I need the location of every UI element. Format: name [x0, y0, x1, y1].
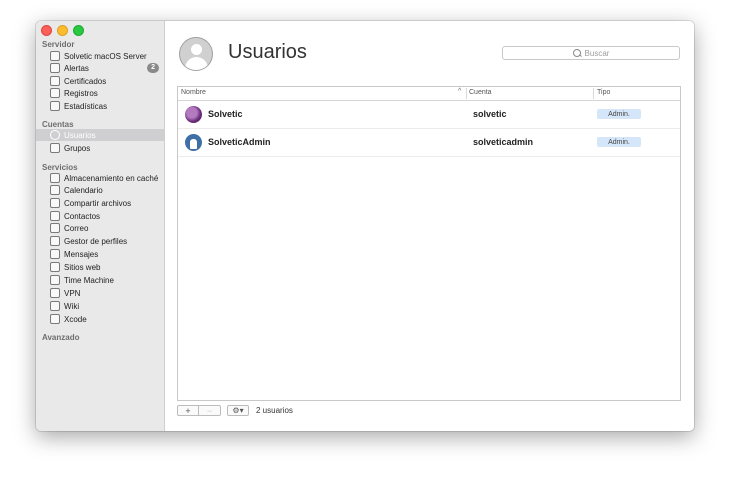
- table-row[interactable]: Solvetic solvetic Admin.: [178, 101, 680, 129]
- sidebar-item-label: Xcode: [64, 314, 87, 324]
- users-table: Nombre ^ Cuenta Tipo Solvetic solvetic A…: [177, 86, 681, 401]
- column-divider: [466, 88, 467, 99]
- profile-manager-icon: [50, 236, 60, 246]
- group-icon: [50, 143, 60, 153]
- cache-icon: [50, 173, 60, 183]
- sidebar-item-label: Correo: [64, 223, 89, 233]
- sidebar-item-compartir[interactable]: Compartir archivos: [36, 197, 164, 209]
- user-name: Solvetic: [208, 109, 243, 119]
- sidebar-item-label: Contactos: [64, 211, 101, 221]
- sidebar-item-label: Usuarios: [64, 130, 96, 140]
- websites-icon: [50, 262, 60, 272]
- section-title-servidor: Servidor: [42, 40, 75, 49]
- sidebar-item-time-machine[interactable]: Time Machine: [36, 274, 164, 286]
- column-divider: [593, 88, 594, 99]
- page-title: Usuarios: [228, 41, 307, 63]
- file-sharing-icon: [50, 198, 60, 208]
- sidebar-item-wiki[interactable]: Wiki: [36, 300, 164, 312]
- sidebar-item-sitios-web[interactable]: Sitios web: [36, 261, 164, 273]
- sidebar-item-label: Almacenamiento en caché: [64, 173, 159, 183]
- column-header-tipo[interactable]: Tipo: [597, 89, 610, 96]
- search-placeholder: Buscar: [584, 48, 610, 58]
- sidebar-item-label: Time Machine: [64, 275, 114, 285]
- sidebar: Servidor Solvetic macOS Server Alertas 2 …: [36, 21, 165, 431]
- sidebar-item-alertas[interactable]: Alertas 2: [36, 62, 164, 74]
- user-type-badge: Admin.: [597, 137, 641, 147]
- user-type-badge: Admin.: [597, 109, 641, 119]
- column-header-nombre[interactable]: Nombre: [181, 89, 206, 96]
- sidebar-item-label: Certificados: [64, 76, 107, 86]
- mail-icon: [50, 223, 60, 233]
- logs-icon: [50, 88, 60, 98]
- sidebar-item-label: Calendario: [64, 185, 103, 195]
- sidebar-item-vpn[interactable]: VPN: [36, 287, 164, 299]
- sidebar-item-grupos[interactable]: Grupos: [36, 142, 164, 154]
- user-icon: [50, 130, 60, 140]
- search-icon: [572, 49, 581, 57]
- section-title-avanzado[interactable]: Avanzado: [42, 333, 80, 342]
- sidebar-item-label: Alertas: [64, 63, 89, 73]
- user-count: 2 usuarios: [256, 406, 293, 415]
- close-window-button[interactable]: [41, 25, 52, 36]
- sidebar-item-label: Compartir archivos: [64, 198, 132, 208]
- window-controls: [41, 25, 84, 36]
- gear-menu-button[interactable]: ⚙▾: [227, 405, 249, 416]
- sidebar-item-cache[interactable]: Almacenamiento en caché: [36, 172, 164, 184]
- sidebar-item-label: Solvetic macOS Server: [64, 51, 147, 61]
- sidebar-item-server[interactable]: Solvetic macOS Server: [36, 50, 164, 62]
- sidebar-item-label: Mensajes: [64, 249, 99, 259]
- sidebar-item-registros[interactable]: Registros: [36, 87, 164, 99]
- sidebar-item-mensajes[interactable]: Mensajes: [36, 248, 164, 260]
- sidebar-item-label: Grupos: [64, 143, 91, 153]
- sidebar-item-label: VPN: [64, 288, 81, 298]
- section-title-cuentas: Cuentas: [42, 120, 74, 129]
- alert-icon: [50, 63, 60, 73]
- sidebar-item-certificados[interactable]: Certificados: [36, 75, 164, 87]
- sidebar-item-perfiles[interactable]: Gestor de perfiles: [36, 235, 164, 247]
- sidebar-item-usuarios[interactable]: Usuarios: [36, 129, 164, 141]
- messages-icon: [50, 249, 60, 259]
- user-name: SolveticAdmin: [208, 137, 271, 147]
- table-footer: + − ⚙▾ 2 usuarios: [177, 405, 293, 416]
- section-title-servicios: Servicios: [42, 163, 78, 172]
- sidebar-item-xcode[interactable]: Xcode: [36, 313, 164, 325]
- sidebar-item-contactos[interactable]: Contactos: [36, 210, 164, 222]
- certificate-icon: [50, 76, 60, 86]
- sidebar-item-correo[interactable]: Correo: [36, 222, 164, 234]
- sidebar-item-estadisticas[interactable]: Estadísticas: [36, 100, 164, 112]
- column-header-cuenta[interactable]: Cuenta: [469, 89, 492, 96]
- contacts-icon: [50, 211, 60, 221]
- server-app-window: Servidor Solvetic macOS Server Alertas 2 …: [36, 21, 694, 431]
- table-header: Nombre ^ Cuenta Tipo: [178, 87, 680, 101]
- table-row[interactable]: SolveticAdmin solveticadmin Admin.: [178, 129, 680, 157]
- user-avatar: [185, 134, 202, 151]
- user-account: solvetic: [473, 109, 507, 119]
- server-icon: [50, 51, 60, 61]
- minimize-window-button[interactable]: [57, 25, 68, 36]
- alert-count-badge: 2: [147, 63, 159, 73]
- add-user-button[interactable]: +: [177, 405, 199, 416]
- main-panel: Usuarios Buscar Nombre ^ Cuenta Tipo Sol…: [165, 21, 694, 431]
- sidebar-item-label: Gestor de perfiles: [64, 236, 128, 246]
- calendar-icon: [50, 185, 60, 195]
- user-avatar: [185, 106, 202, 123]
- sidebar-item-calendario[interactable]: Calendario: [36, 184, 164, 196]
- time-machine-icon: [50, 275, 60, 285]
- stats-icon: [50, 101, 60, 111]
- sidebar-item-label: Wiki: [64, 301, 80, 311]
- user-account: solveticadmin: [473, 137, 534, 147]
- sidebar-item-label: Registros: [64, 88, 98, 98]
- sort-ascending-icon[interactable]: ^: [458, 88, 461, 95]
- remove-user-button[interactable]: −: [199, 405, 221, 416]
- sidebar-item-label: Estadísticas: [64, 101, 108, 111]
- zoom-window-button[interactable]: [73, 25, 84, 36]
- search-input[interactable]: Buscar: [502, 46, 680, 60]
- wiki-icon: [50, 301, 60, 311]
- sidebar-item-label: Sitios web: [64, 262, 101, 272]
- users-avatar-icon: [179, 37, 213, 71]
- xcode-icon: [50, 314, 60, 324]
- vpn-icon: [50, 288, 60, 298]
